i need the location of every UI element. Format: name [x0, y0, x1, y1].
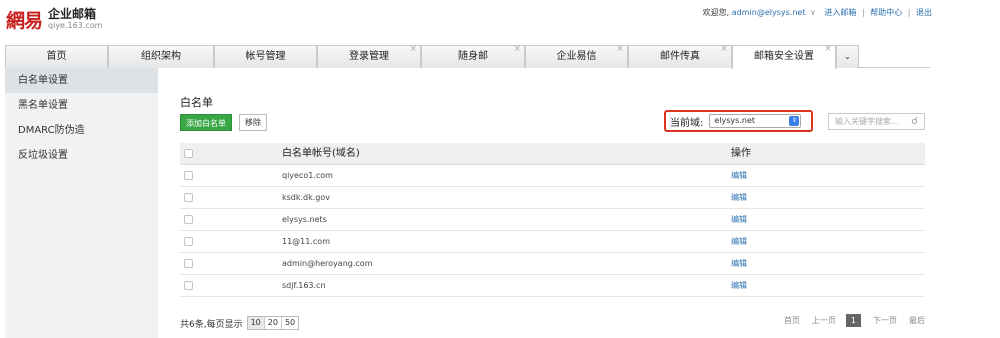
- table-row: admin@heroyang.com 编辑: [180, 253, 925, 275]
- sidebar-item-dmarc[interactable]: DMARC防伪造: [5, 118, 158, 143]
- domain-select-value: elysys.net: [714, 116, 755, 125]
- logout-link[interactable]: 退出: [916, 8, 932, 17]
- sidebar: 白名单设置 黑名单设置 DMARC防伪造 反垃圾设置: [5, 68, 158, 338]
- chevron-down-icon[interactable]: ∨: [810, 8, 816, 17]
- tab-organization[interactable]: 组织架构: [108, 45, 214, 68]
- prev-page-link[interactable]: 上一页: [812, 315, 836, 326]
- table-footer: 共6条,每页显示 10 20 50: [180, 316, 300, 330]
- tab-mailbox-security[interactable]: 邮箱安全设置 ×: [732, 44, 836, 69]
- tab-bar: 首页 组织架构 帐号管理 登录管理 × 随身邮 × 企业易信 × 邮件传真 × 邮箱安全…: [5, 44, 930, 69]
- whitelist-table: 白名单帐号(域名) 操作 qiyeco1.com 编辑 ksdk.dk.gov …: [180, 143, 925, 297]
- edit-link[interactable]: 编辑: [731, 231, 747, 253]
- separator: |: [907, 8, 911, 17]
- account-cell: qiyeco1.com: [282, 171, 333, 180]
- tab-more-button[interactable]: ⌄: [836, 45, 859, 68]
- logo-title: 企业邮箱: [48, 7, 97, 21]
- close-icon[interactable]: ×: [513, 44, 521, 54]
- account-cell: admin@heroyang.com: [282, 259, 373, 268]
- account-cell: 11@11.com: [282, 237, 330, 246]
- row-checkbox[interactable]: [184, 281, 193, 290]
- domain-select[interactable]: elysys.net ⇕: [709, 114, 802, 128]
- current-domain-label: 当前域:: [670, 117, 704, 129]
- user-account-link[interactable]: admin@elysys.net: [732, 8, 806, 17]
- row-checkbox[interactable]: [184, 171, 193, 180]
- tab-enterprise-yixin[interactable]: 企业易信 ×: [525, 44, 628, 68]
- first-page-link[interactable]: 首页: [784, 315, 800, 326]
- tab-mail-fax[interactable]: 邮件传真 ×: [628, 44, 732, 68]
- close-icon[interactable]: ×: [409, 44, 417, 54]
- table-row: qiyeco1.com 编辑: [180, 165, 925, 187]
- pagination: 首页 上一页 1 下一页 最后: [772, 314, 925, 327]
- edit-link[interactable]: 编辑: [731, 275, 747, 297]
- account-cell: sdjf.163.cn: [282, 281, 326, 290]
- close-icon[interactable]: ×: [720, 44, 728, 54]
- search-placeholder: 输入关键字搜索...: [835, 117, 899, 126]
- row-checkbox[interactable]: [184, 237, 193, 246]
- row-checkbox[interactable]: [184, 193, 193, 202]
- close-icon[interactable]: ×: [616, 44, 624, 54]
- edit-link[interactable]: 编辑: [731, 209, 747, 231]
- table-row: 11@11.com 编辑: [180, 231, 925, 253]
- remove-button[interactable]: 移除: [239, 114, 267, 131]
- tab-home[interactable]: 首页: [5, 45, 108, 68]
- page-size-option[interactable]: 20: [264, 317, 282, 329]
- select-all-checkbox[interactable]: [184, 149, 193, 158]
- logo[interactable]: 網易 企业邮箱 qiye.163.com: [6, 6, 102, 33]
- page-size-option[interactable]: 10: [247, 317, 265, 329]
- search-input[interactable]: 输入关键字搜索... ☌: [828, 113, 925, 130]
- search-icon[interactable]: ☌: [911, 114, 918, 129]
- table-row: ksdk.dk.gov 编辑: [180, 187, 925, 209]
- total-count-text: 共6条,每页显示: [180, 319, 243, 330]
- tab-account-management[interactable]: 帐号管理: [214, 45, 317, 68]
- tab-login-management[interactable]: 登录管理 ×: [317, 44, 421, 68]
- separator: |: [861, 8, 865, 17]
- sidebar-item-blacklist[interactable]: 黑名单设置: [5, 93, 158, 118]
- sidebar-item-antispam[interactable]: 反垃圾设置: [5, 143, 158, 168]
- current-domain-box: 当前域: elysys.net ⇕: [664, 110, 813, 132]
- sidebar-item-whitelist[interactable]: 白名单设置: [5, 68, 158, 93]
- account-cell: ksdk.dk.gov: [282, 193, 331, 202]
- account-cell: elysys.nets: [282, 215, 327, 224]
- current-page[interactable]: 1: [845, 314, 861, 327]
- row-checkbox[interactable]: [184, 215, 193, 224]
- help-center-link[interactable]: 帮助中心: [870, 8, 902, 17]
- chevron-down-icon: ⌄: [844, 52, 851, 61]
- page-size-selector: 10 20 50: [246, 316, 300, 330]
- row-checkbox[interactable]: [184, 259, 193, 268]
- edit-link[interactable]: 编辑: [731, 165, 747, 187]
- edit-link[interactable]: 编辑: [731, 187, 747, 209]
- table-row: elysys.nets 编辑: [180, 209, 925, 231]
- top-links: 欢迎您, admin@elysys.net ∨ 进入邮箱 | 帮助中心 | 退出: [703, 7, 932, 18]
- page-title: 白名单: [180, 96, 213, 109]
- logo-subtitle: qiye.163.com: [48, 21, 103, 30]
- close-icon[interactable]: ×: [824, 44, 832, 54]
- select-arrows-icon: ⇕: [789, 116, 800, 126]
- edit-link[interactable]: 编辑: [731, 253, 747, 275]
- welcome-text: 欢迎您,: [702, 8, 730, 17]
- page-size-option[interactable]: 50: [281, 317, 299, 329]
- table-row: sdjf.163.cn 编辑: [180, 275, 925, 297]
- column-header-account: 白名单帐号(域名): [282, 148, 360, 159]
- table-header: 白名单帐号(域名) 操作: [180, 143, 925, 165]
- add-whitelist-button[interactable]: 添加白名单: [180, 114, 232, 131]
- tab-mobile-mail[interactable]: 随身邮 ×: [421, 44, 525, 68]
- enter-mailbox-link[interactable]: 进入邮箱: [824, 8, 856, 17]
- logo-mark: 網易: [6, 10, 43, 32]
- header: 網易 企业邮箱 qiye.163.com 欢迎您, admin@elysys.n…: [0, 0, 1000, 42]
- column-header-operation: 操作: [731, 148, 751, 159]
- last-page-link[interactable]: 最后: [909, 315, 925, 326]
- next-page-link[interactable]: 下一页: [873, 315, 897, 326]
